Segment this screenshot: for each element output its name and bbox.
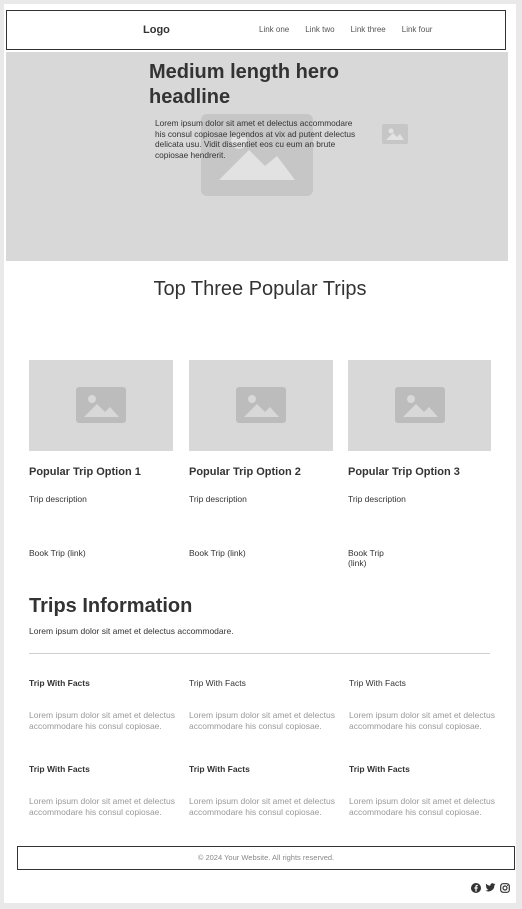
fact-text: Lorem ipsum dolor sit amet et delectus a… — [29, 796, 175, 817]
book-trip-link[interactable]: Book Trip (link) — [29, 548, 86, 558]
divider — [29, 653, 490, 654]
fact-item: Trip With Facts Lorem ipsum dolor sit am… — [189, 678, 335, 732]
fact-item: Trip With Facts Lorem ipsum dolor sit am… — [29, 678, 175, 732]
twitter-icon[interactable] — [485, 880, 496, 898]
fact-item: Trip With Facts Lorem ipsum dolor sit am… — [29, 764, 175, 818]
facebook-icon[interactable] — [471, 880, 481, 898]
trip-description: Trip description — [189, 494, 247, 504]
trip-card: Popular Trip Option 1 Trip description B… — [29, 360, 173, 558]
page: Logo Link one Link two Link three Link f… — [4, 4, 516, 903]
fact-text: Lorem ipsum dolor sit amet et delectus a… — [189, 796, 335, 817]
trips-info-subtitle: Lorem ipsum dolor sit amet et delectus a… — [29, 626, 234, 636]
trip-title: Popular Trip Option 1 — [29, 466, 141, 478]
trip-image-placeholder — [189, 360, 333, 451]
fact-title: Trip With Facts — [189, 764, 250, 774]
trip-card: Popular Trip Option 3 Trip description B… — [348, 360, 492, 568]
nav-link-one[interactable]: Link one — [259, 25, 289, 34]
nav-link-four[interactable]: Link four — [402, 25, 433, 34]
fact-text: Lorem ipsum dolor sit amet et delectus a… — [349, 710, 495, 731]
trip-description: Trip description — [29, 494, 87, 504]
fact-item: Trip With Facts Lorem ipsum dolor sit am… — [349, 764, 495, 818]
trip-title: Popular Trip Option 3 — [348, 466, 460, 478]
fact-text: Lorem ipsum dolor sit amet et delectus a… — [349, 796, 495, 817]
hero-headline: Medium length hero headline — [149, 61, 339, 108]
book-trip-link[interactable]: Book Trip (link) — [189, 548, 246, 558]
hero-section: Medium length hero headline Lorem ipsum … — [6, 52, 508, 261]
hero-text: Lorem ipsum dolor sit amet et delectus a… — [155, 118, 356, 160]
site-header: Logo Link one Link two Link three Link f… — [6, 10, 506, 50]
fact-item: Trip With Facts Lorem ipsum dolor sit am… — [349, 678, 495, 732]
fact-title: Trip With Facts — [349, 764, 410, 774]
fact-title: Trip With Facts — [29, 764, 90, 774]
trip-title: Popular Trip Option 2 — [189, 466, 301, 478]
instagram-icon[interactable] — [500, 880, 510, 898]
trips-info-title: Trips Information — [29, 595, 193, 617]
image-icon — [76, 387, 126, 423]
fact-text: Lorem ipsum dolor sit amet et delectus a… — [189, 710, 335, 731]
trip-card: Popular Trip Option 2 Trip description B… — [189, 360, 333, 558]
trip-image-placeholder — [348, 360, 491, 451]
copyright-text: © 2024 Your Website. All rights reserved… — [197, 853, 335, 862]
image-icon — [382, 124, 408, 149]
image-icon — [395, 387, 445, 423]
main-nav: Link one Link two Link three Link four — [259, 25, 448, 34]
nav-link-two[interactable]: Link two — [305, 25, 334, 34]
image-icon — [236, 387, 286, 423]
fact-title: Trip With Facts — [349, 678, 406, 688]
social-links — [471, 880, 510, 898]
site-footer: © 2024 Your Website. All rights reserved… — [17, 846, 515, 870]
fact-title: Trip With Facts — [189, 678, 246, 688]
fact-item: Trip With Facts Lorem ipsum dolor sit am… — [189, 764, 335, 818]
trip-image-placeholder — [29, 360, 173, 451]
nav-link-three[interactable]: Link three — [351, 25, 386, 34]
fact-text: Lorem ipsum dolor sit amet et delectus a… — [29, 710, 175, 731]
trip-description: Trip description — [348, 494, 406, 504]
logo[interactable]: Logo — [143, 24, 170, 36]
popular-trips-title: Top Three Popular Trips — [153, 278, 367, 300]
fact-title: Trip With Facts — [29, 678, 90, 688]
book-trip-link[interactable]: Book Trip (link) — [348, 548, 392, 568]
